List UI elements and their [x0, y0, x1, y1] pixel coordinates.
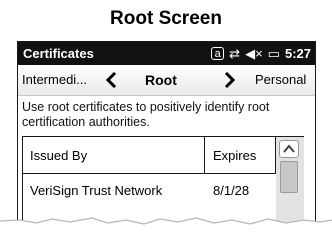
scroll-thumb[interactable] [280, 161, 298, 193]
torn-edge [0, 217, 332, 241]
keyboard-mode-icon[interactable]: a [211, 47, 225, 60]
cell-expires: 8/1/28 [213, 183, 250, 198]
column-header-issued-by[interactable]: Issued By [23, 136, 205, 174]
chevron-right-icon[interactable] [221, 72, 237, 88]
description-text: Use root certificates to positively iden… [22, 100, 270, 129]
nav-previous-label[interactable]: Intermedi... [22, 65, 87, 95]
chevron-left-icon[interactable] [104, 72, 120, 88]
battery-icon[interactable]: ▭ [268, 42, 280, 65]
app-title: Certificates [23, 46, 94, 61]
cell-issued-by: VeriSign Trust Network [30, 183, 163, 198]
scroll-up-button[interactable] [279, 140, 299, 158]
status-icons: a ⇄ ◀× ▭ 5:27 [211, 42, 311, 65]
page-caption: Root Screen [110, 8, 222, 29]
column-header-expires[interactable]: Expires [205, 136, 276, 174]
title-bar: Certificates a ⇄ ◀× ▭ 5:27 [18, 42, 315, 65]
chevron-up-icon [283, 144, 295, 153]
connection-icon[interactable]: ⇄ [229, 42, 240, 65]
nav-current-label: Root [145, 72, 177, 88]
category-nav: Intermedi... Root Personal [18, 65, 315, 96]
speaker-muted-icon[interactable]: ◀× [245, 42, 263, 65]
device-screen: Certificates a ⇄ ◀× ▭ 5:27 Intermedi... … [17, 41, 316, 241]
nav-next-label[interactable]: Personal [255, 65, 306, 95]
clock-time[interactable]: 5:27 [285, 42, 311, 65]
